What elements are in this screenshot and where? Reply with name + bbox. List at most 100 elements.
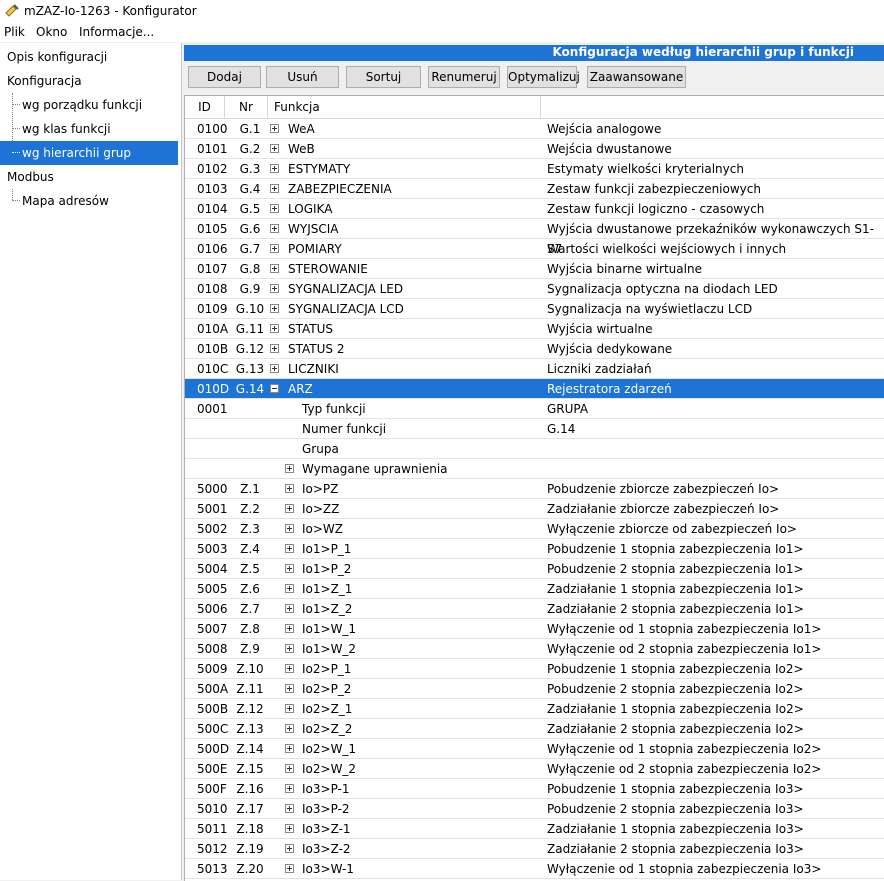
sidebar-item-modbus[interactable]: Modbus	[0, 166, 178, 188]
table-row[interactable]: 5011 Z.18 Io3>Z-1 Zadziałanie 1 stopnia zab…	[185, 819, 884, 839]
expand-icon[interactable]	[270, 184, 279, 193]
sidebar-item-wg-hierarchii-grup[interactable]: wg hierarchii grup	[0, 141, 178, 165]
table-row[interactable]: 5012 Z.19 Io3>Z-2 Zadziałanie 2 stopnia zab…	[185, 839, 884, 859]
cell-nr: G.9	[239, 282, 261, 296]
expand-icon[interactable]	[270, 284, 279, 293]
table-row[interactable]: 010B G.12 STATUS 2 Wyjścia dedykowane	[185, 339, 884, 359]
expand-icon[interactable]	[285, 624, 294, 633]
table-row[interactable]: 0106 G.7 POMIARY Wartości wielkości wejścio…	[185, 239, 884, 259]
table-row[interactable]: 5001 Z.2 Io>ZZ Zadziałanie zbiorcze zabezpi…	[185, 499, 884, 519]
table-row[interactable]: Numer funkcji G.14	[185, 419, 884, 439]
table-row[interactable]: 500C Z.13 Io2>Z_2 Zadziałanie 2 stopnia zab…	[185, 719, 884, 739]
expand-icon[interactable]	[270, 144, 279, 153]
expand-icon[interactable]	[270, 244, 279, 253]
cell-description: Wyłączenie od 1 stopnia zabezpieczenia I…	[547, 742, 822, 756]
table-row[interactable]: 010A G.11 STATUS Wyjścia wirtualne	[185, 319, 884, 339]
table-row[interactable]: 0105 G.6 WYJSCIA Wyjścia dwustanowe przekaź…	[185, 219, 884, 256]
table-row[interactable]: 0101 G.2 WeB Wejścia dwustanowe	[185, 139, 884, 159]
expand-icon[interactable]	[285, 784, 294, 793]
expand-icon[interactable]	[270, 204, 279, 213]
expand-icon[interactable]	[285, 644, 294, 653]
expand-icon[interactable]	[270, 264, 279, 273]
sidebar-item-mapa-adresow[interactable]: Mapa adresów	[0, 190, 178, 212]
table-row[interactable]: 0109 G.10 SYGNALIZACJA LCD Sygnalizacja na …	[185, 299, 884, 319]
expand-icon[interactable]	[270, 224, 279, 233]
table-row[interactable]: 0102 G.3 ESTYMATY Estymaty wielkości kryter…	[185, 159, 884, 179]
expand-icon[interactable]	[285, 684, 294, 693]
table-row[interactable]: 5009 Z.10 Io2>P_1 Pobudzenie 1 stopnia zabe…	[185, 659, 884, 679]
menu-plik[interactable]: Plik	[4, 25, 25, 39]
expand-icon[interactable]	[285, 804, 294, 813]
table-row[interactable]: 5003 Z.4 Io1>P_1 Pobudzenie 1 stopnia zabez…	[185, 539, 884, 559]
expand-icon[interactable]	[270, 344, 279, 353]
expand-icon[interactable]	[285, 604, 294, 613]
expand-icon[interactable]	[285, 664, 294, 673]
expand-icon[interactable]	[285, 704, 294, 713]
cell-function: Io>WZ	[302, 522, 344, 536]
table-row[interactable]: 5013 Z.20 Io3>W-1 Wyłączenie od 1 stopnia z…	[185, 859, 884, 879]
cell-id: 500E	[197, 762, 228, 776]
table-row[interactable]: Grupa	[185, 439, 884, 459]
sidebar-item-wg-klas-funkcji[interactable]: wg klas funkcji	[0, 118, 178, 140]
expand-icon[interactable]	[270, 304, 279, 313]
column-header-id[interactable]: ID	[185, 96, 225, 118]
table-row[interactable]: 500E Z.15 Io2>W_2 Wyłączenie od 2 stopnia z…	[185, 759, 884, 779]
expand-icon[interactable]	[285, 724, 294, 733]
table-row[interactable]: 0108 G.9 SYGNALIZACJA LED Sygnalizacja opty…	[185, 279, 884, 299]
expand-icon[interactable]	[270, 124, 279, 133]
column-header-description[interactable]	[541, 96, 884, 118]
expand-icon[interactable]	[285, 564, 294, 573]
column-header-nr[interactable]: Nr	[225, 96, 268, 118]
expand-icon[interactable]	[285, 744, 294, 753]
cell-nr: Z.19	[236, 842, 264, 856]
expand-icon[interactable]	[270, 364, 279, 373]
table-row[interactable]: 0107 G.8 STEROWANIE Wyjścia binarne wirtual…	[185, 259, 884, 279]
column-header-funkcja[interactable]: Funkcja	[268, 96, 541, 118]
table-row[interactable]: 5002 Z.3 Io>WZ Wyłączenie zbiorcze od zabez…	[185, 519, 884, 539]
expand-icon[interactable]	[270, 164, 279, 173]
expand-icon[interactable]	[285, 764, 294, 773]
dodaj-button[interactable]: Dodaj	[188, 66, 261, 88]
expand-icon[interactable]	[285, 844, 294, 853]
table-row[interactable]: 500F Z.16 Io3>P-1 Pobudzenie 1 stopnia zabe…	[185, 779, 884, 799]
cell-id: 010C	[197, 362, 229, 376]
sidebar-item-konfiguracja[interactable]: Konfiguracja	[0, 70, 178, 92]
table-row[interactable]: 5006 Z.7 Io1>Z_2 Zadziałanie 2 stopnia zabe…	[185, 599, 884, 619]
collapse-icon[interactable]	[270, 384, 279, 393]
table-row[interactable]: 5008 Z.9 Io1>W_2 Wyłączenie od 2 stopnia za…	[185, 639, 884, 659]
cell-description: Zestaw funkcji zabezpieczeniowych	[547, 182, 761, 196]
table-row[interactable]: Wymagane uprawnienia	[185, 459, 884, 479]
table-row[interactable]: 0104 G.5 LOGIKA Zestaw funkcji logiczno - c…	[185, 199, 884, 219]
table-row[interactable]: 5004 Z.5 Io1>P_2 Pobudzenie 2 stopnia zabez…	[185, 559, 884, 579]
table-row[interactable]: 5010 Z.17 Io3>P-2 Pobudzenie 2 stopnia zabe…	[185, 799, 884, 819]
sidebar-item-opis-konfiguracji[interactable]: Opis konfiguracji	[0, 46, 178, 68]
expand-icon[interactable]	[285, 824, 294, 833]
zaawansowane-button[interactable]: Zaawansowane	[587, 66, 686, 88]
table-row[interactable]: 5000 Z.1 Io>PZ Pobudzenie zbiorcze zabezpie…	[185, 479, 884, 499]
table-row[interactable]: 0100 G.1 WeA Wejścia analogowe	[185, 119, 884, 139]
usun-button[interactable]: Usuń	[266, 66, 339, 88]
expand-icon[interactable]	[270, 324, 279, 333]
menu-informacje[interactable]: Informacje...	[79, 25, 154, 39]
table-row[interactable]: 5007 Z.8 Io1>W_1 Wyłączenie od 1 stopnia za…	[185, 619, 884, 639]
sortuj-button[interactable]: Sortuj	[346, 66, 421, 88]
table-row[interactable]: 0103 G.4 ZABEZPIECZENIA Zestaw funkcji zabe…	[185, 179, 884, 199]
renumeruj-button[interactable]: Renumeruj	[428, 66, 500, 88]
optymalizuj-button[interactable]: Optymalizuj	[507, 66, 580, 88]
table-row[interactable]: 500D Z.14 Io2>W_1 Wyłączenie od 1 stopnia z…	[185, 739, 884, 759]
expand-icon[interactable]	[285, 464, 294, 473]
table-row[interactable]: 010C G.13 LICZNIKI Liczniki zadziałań	[185, 359, 884, 379]
sidebar-item-wg-porzadku-funkcji[interactable]: wg porządku funkcji	[0, 94, 178, 116]
table-row[interactable]: 010D G.14 ARZ Rejestratora zdarzeń	[185, 379, 884, 399]
expand-icon[interactable]	[285, 504, 294, 513]
table-row[interactable]: 500A Z.11 Io2>P_2 Pobudzenie 2 stopnia zabe…	[185, 679, 884, 699]
expand-icon[interactable]	[285, 544, 294, 553]
expand-icon[interactable]	[285, 524, 294, 533]
table-row[interactable]: 500B Z.12 Io2>Z_1 Zadziałanie 1 stopnia zab…	[185, 699, 884, 719]
expand-icon[interactable]	[285, 484, 294, 493]
expand-icon[interactable]	[285, 584, 294, 593]
table-row[interactable]: 0001 Typ funkcji GRUPA	[185, 399, 884, 419]
table-row[interactable]: 5005 Z.6 Io1>Z_1 Zadziałanie 1 stopnia zabe…	[185, 579, 884, 599]
menu-okno[interactable]: Okno	[36, 25, 67, 39]
expand-icon[interactable]	[285, 864, 294, 873]
